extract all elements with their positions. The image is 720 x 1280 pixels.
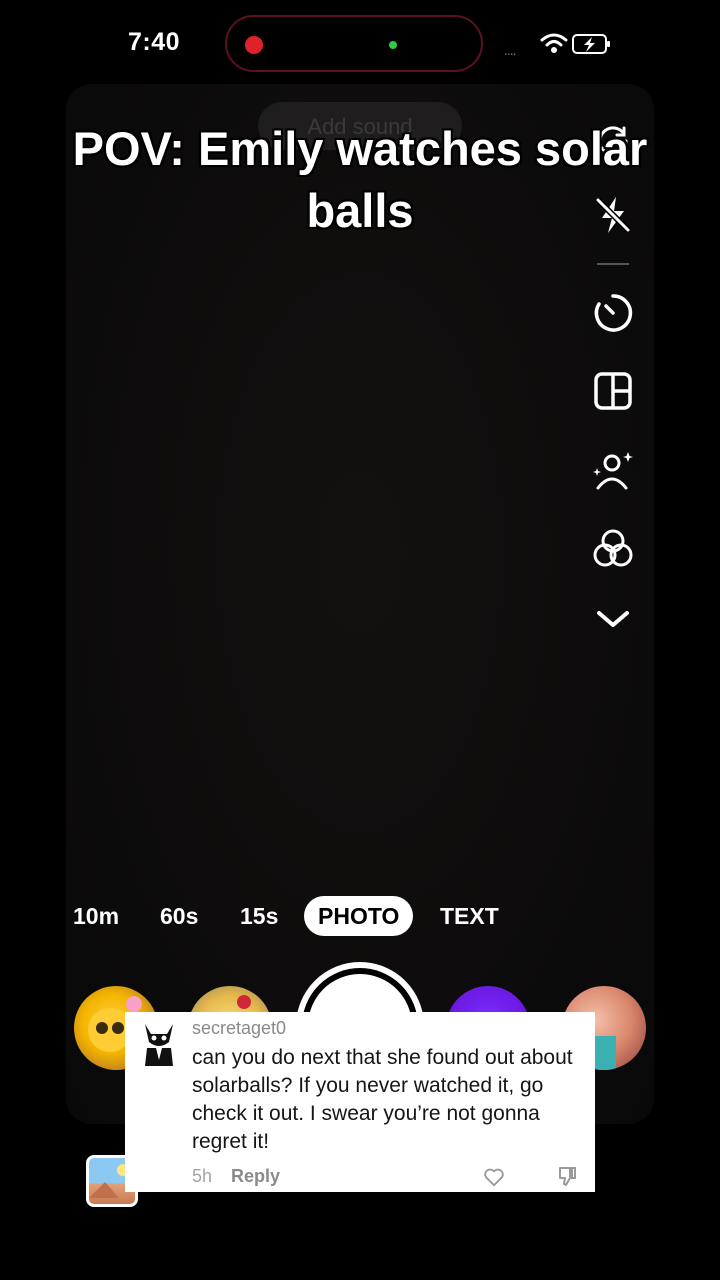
comment-username: secretaget0	[192, 1018, 287, 1038]
mode-60s[interactable]: 60s	[160, 896, 198, 936]
dynamic-island	[225, 15, 483, 72]
retouch-icon	[593, 452, 633, 490]
chevron-down-icon	[597, 611, 629, 627]
status-indicators: ....	[502, 30, 622, 58]
layout-button[interactable]	[590, 368, 636, 414]
status-bar: 7:40 ....	[0, 0, 720, 90]
mode-text[interactable]: TEXT	[440, 896, 499, 936]
wifi-icon	[540, 33, 568, 53]
comment-reply-link[interactable]: Reply	[231, 1166, 280, 1187]
mode-15s[interactable]: 15s	[240, 896, 278, 936]
recording-indicator-icon	[245, 36, 263, 54]
reply-comment-card: secretaget0 can you do next that she fou…	[125, 1012, 595, 1192]
heart-icon[interactable]	[483, 1166, 505, 1188]
comment-text: can you do next that she found out about…	[192, 1046, 573, 1153]
status-time: 7:40	[128, 28, 181, 56]
filters-icon	[593, 529, 633, 567]
timer-icon	[594, 294, 633, 332]
comment-timestamp: 5h	[192, 1166, 213, 1186]
retouch-button[interactable]	[590, 448, 636, 494]
video-overlay-title: POV: Emily watches solar balls	[72, 122, 648, 237]
mode-photo[interactable]: PHOTO	[304, 896, 414, 936]
toolbar-divider	[597, 263, 629, 265]
layout-icon	[594, 372, 632, 410]
more-tools-button[interactable]	[590, 596, 636, 642]
battery-charging-icon	[572, 34, 610, 54]
filters-button[interactable]	[590, 526, 636, 572]
mode-10m[interactable]: 10m	[73, 896, 119, 936]
mode-selector: 10m 60s 15s PHOTO TEXT	[0, 896, 720, 938]
commenter-avatar	[145, 1024, 173, 1066]
dislike-icon[interactable]	[555, 1164, 579, 1188]
signal-dots: ....	[504, 42, 517, 58]
camera-in-use-icon	[389, 41, 397, 49]
timer-button[interactable]	[590, 290, 636, 336]
